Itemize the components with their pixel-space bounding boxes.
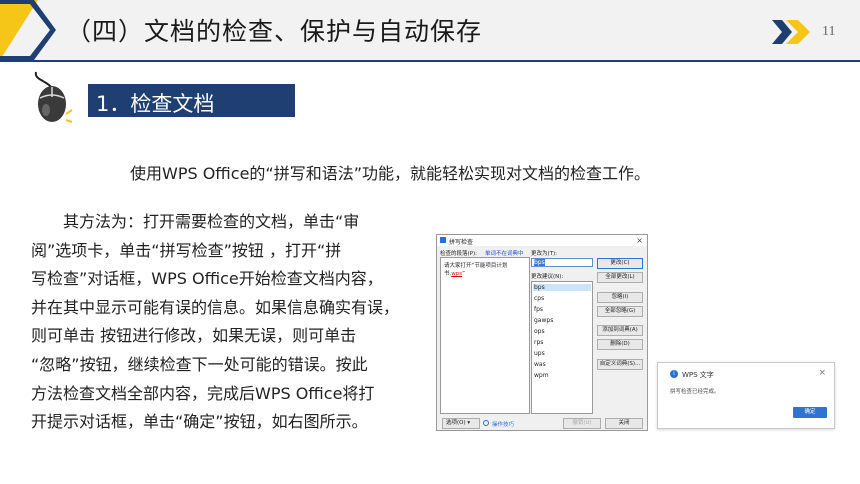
undo-button[interactable]: 撤销(U) (563, 418, 601, 429)
slide-title: （四）文档的检查、保护与自动保存 (66, 17, 483, 46)
checked-text-line: 书.wps” (444, 269, 465, 277)
wps-app-icon (440, 237, 446, 243)
intro-text: 使用WPS Office的“拼写和语法”功能，就能轻松实现对文档的检查工作。 (130, 164, 650, 183)
suggestions-label: 更改建议(N): (531, 274, 564, 280)
custom-dictionary-button[interactable]: 自定义词典(S)... (597, 359, 643, 370)
add-to-dictionary-button[interactable]: 添加到词典(A) (597, 325, 643, 336)
checked-text-line: 请大家打开“节能项目计划 (444, 263, 508, 269)
paragraph-line: “忽略”按钮，继续检查下一处可能的错误。按此 (31, 354, 368, 374)
list-item[interactable]: gawps (534, 317, 553, 324)
list-item[interactable]: cps (534, 295, 544, 302)
section-title: 1．检查文档 (96, 92, 215, 116)
header-navy-chevron (0, 0, 56, 60)
change-button[interactable]: 更改(C) (597, 258, 643, 269)
instruction-paragraph: 其方法为：打开需要检查的文档，单击“审 阅”选项卡，单击“拼写检查”按钮 ，打开… (31, 208, 439, 437)
ignore-button[interactable]: 忽略(I) (597, 292, 643, 303)
delete-button[interactable]: 删除(D) (597, 339, 643, 350)
list-item[interactable]: ops (534, 328, 545, 335)
list-item[interactable]: rps (534, 339, 543, 346)
paragraph-label: 检查的段落(P): (440, 251, 477, 257)
completion-message-box: i WPS 文字 × 拼写检查已经完成。 确定 (657, 362, 835, 429)
dialog-titlebar: 拼写检查 × (437, 235, 647, 246)
options-label: 选项(O) (446, 420, 466, 426)
section-title-box: 1．检查文档 (88, 84, 295, 117)
help-icon (483, 420, 489, 426)
page-number: 11 (822, 24, 836, 39)
paragraph-line: 写检查”对话框，WPS Office开始检查文档内容， (31, 269, 383, 289)
tips-link[interactable]: 操作技巧 (492, 420, 514, 428)
slide-header: （四）文档的检查、保护与自动保存 11 (0, 0, 860, 62)
close-icon[interactable]: × (818, 368, 826, 378)
paragraph-line: 开提示对话框，单击“确定”按钮，如右图所示。 (31, 412, 368, 432)
list-item[interactable]: ups (534, 350, 545, 357)
list-item[interactable]: wpm (534, 372, 549, 379)
list-item[interactable]: fps (534, 306, 543, 313)
message-text: 拼写检查已经完成。 (670, 389, 720, 395)
close-icon[interactable]: × (636, 236, 643, 245)
mouse-icon (34, 71, 73, 123)
paragraph-line: 阅”选项卡，单击“拼写检查”按钮 ，打开“拼 (31, 240, 342, 260)
list-item[interactable]: was (534, 361, 546, 368)
change-to-input[interactable]: bps (531, 258, 593, 267)
close-button[interactable]: 关闭 (605, 418, 643, 429)
paragraph-line: 其方法为：打开需要检查的文档，单击“审 (31, 212, 360, 231)
info-icon: i (670, 370, 678, 378)
change-to-label: 更改为(T): (531, 251, 558, 257)
double-chevron-icon (772, 20, 810, 44)
paragraph-line: 则可单击 按钮进行修改，如果无误，则可单击 (31, 326, 357, 346)
options-dropdown[interactable]: 选项(O) ▾ (442, 418, 480, 429)
not-in-dictionary-status: 单词不在词典中 (485, 251, 524, 257)
misspelled-word: wps (451, 271, 463, 277)
message-title: WPS 文字 (682, 371, 714, 379)
text-suffix: ” (462, 271, 465, 277)
ok-button[interactable]: 确定 (793, 407, 827, 418)
list-item[interactable]: bps (533, 284, 591, 291)
ignore-all-button[interactable]: 全部忽略(G) (597, 306, 643, 317)
change-to-value: bps (534, 259, 545, 266)
change-all-button[interactable]: 全部更改(L) (597, 272, 643, 283)
dialog-title: 拼写检查 (449, 239, 474, 246)
spell-check-dialog: 拼写检查 × 检查的段落(P): 单词不在词典中 更改为(T): 请大家打开“节… (436, 234, 648, 431)
checked-text-box[interactable]: 请大家打开“节能项目计划 书.wps” (440, 257, 530, 414)
paragraph-line: 并在其中显示可能有误的信息。如果信息确实有误， (31, 297, 400, 317)
paragraph-line: 方法检查文档全部内容，完成后WPS Office将打 (31, 383, 375, 403)
suggestions-list[interactable]: bps cps fps gawps ops rps ups was wpm (531, 281, 593, 414)
header-underline (0, 60, 860, 62)
